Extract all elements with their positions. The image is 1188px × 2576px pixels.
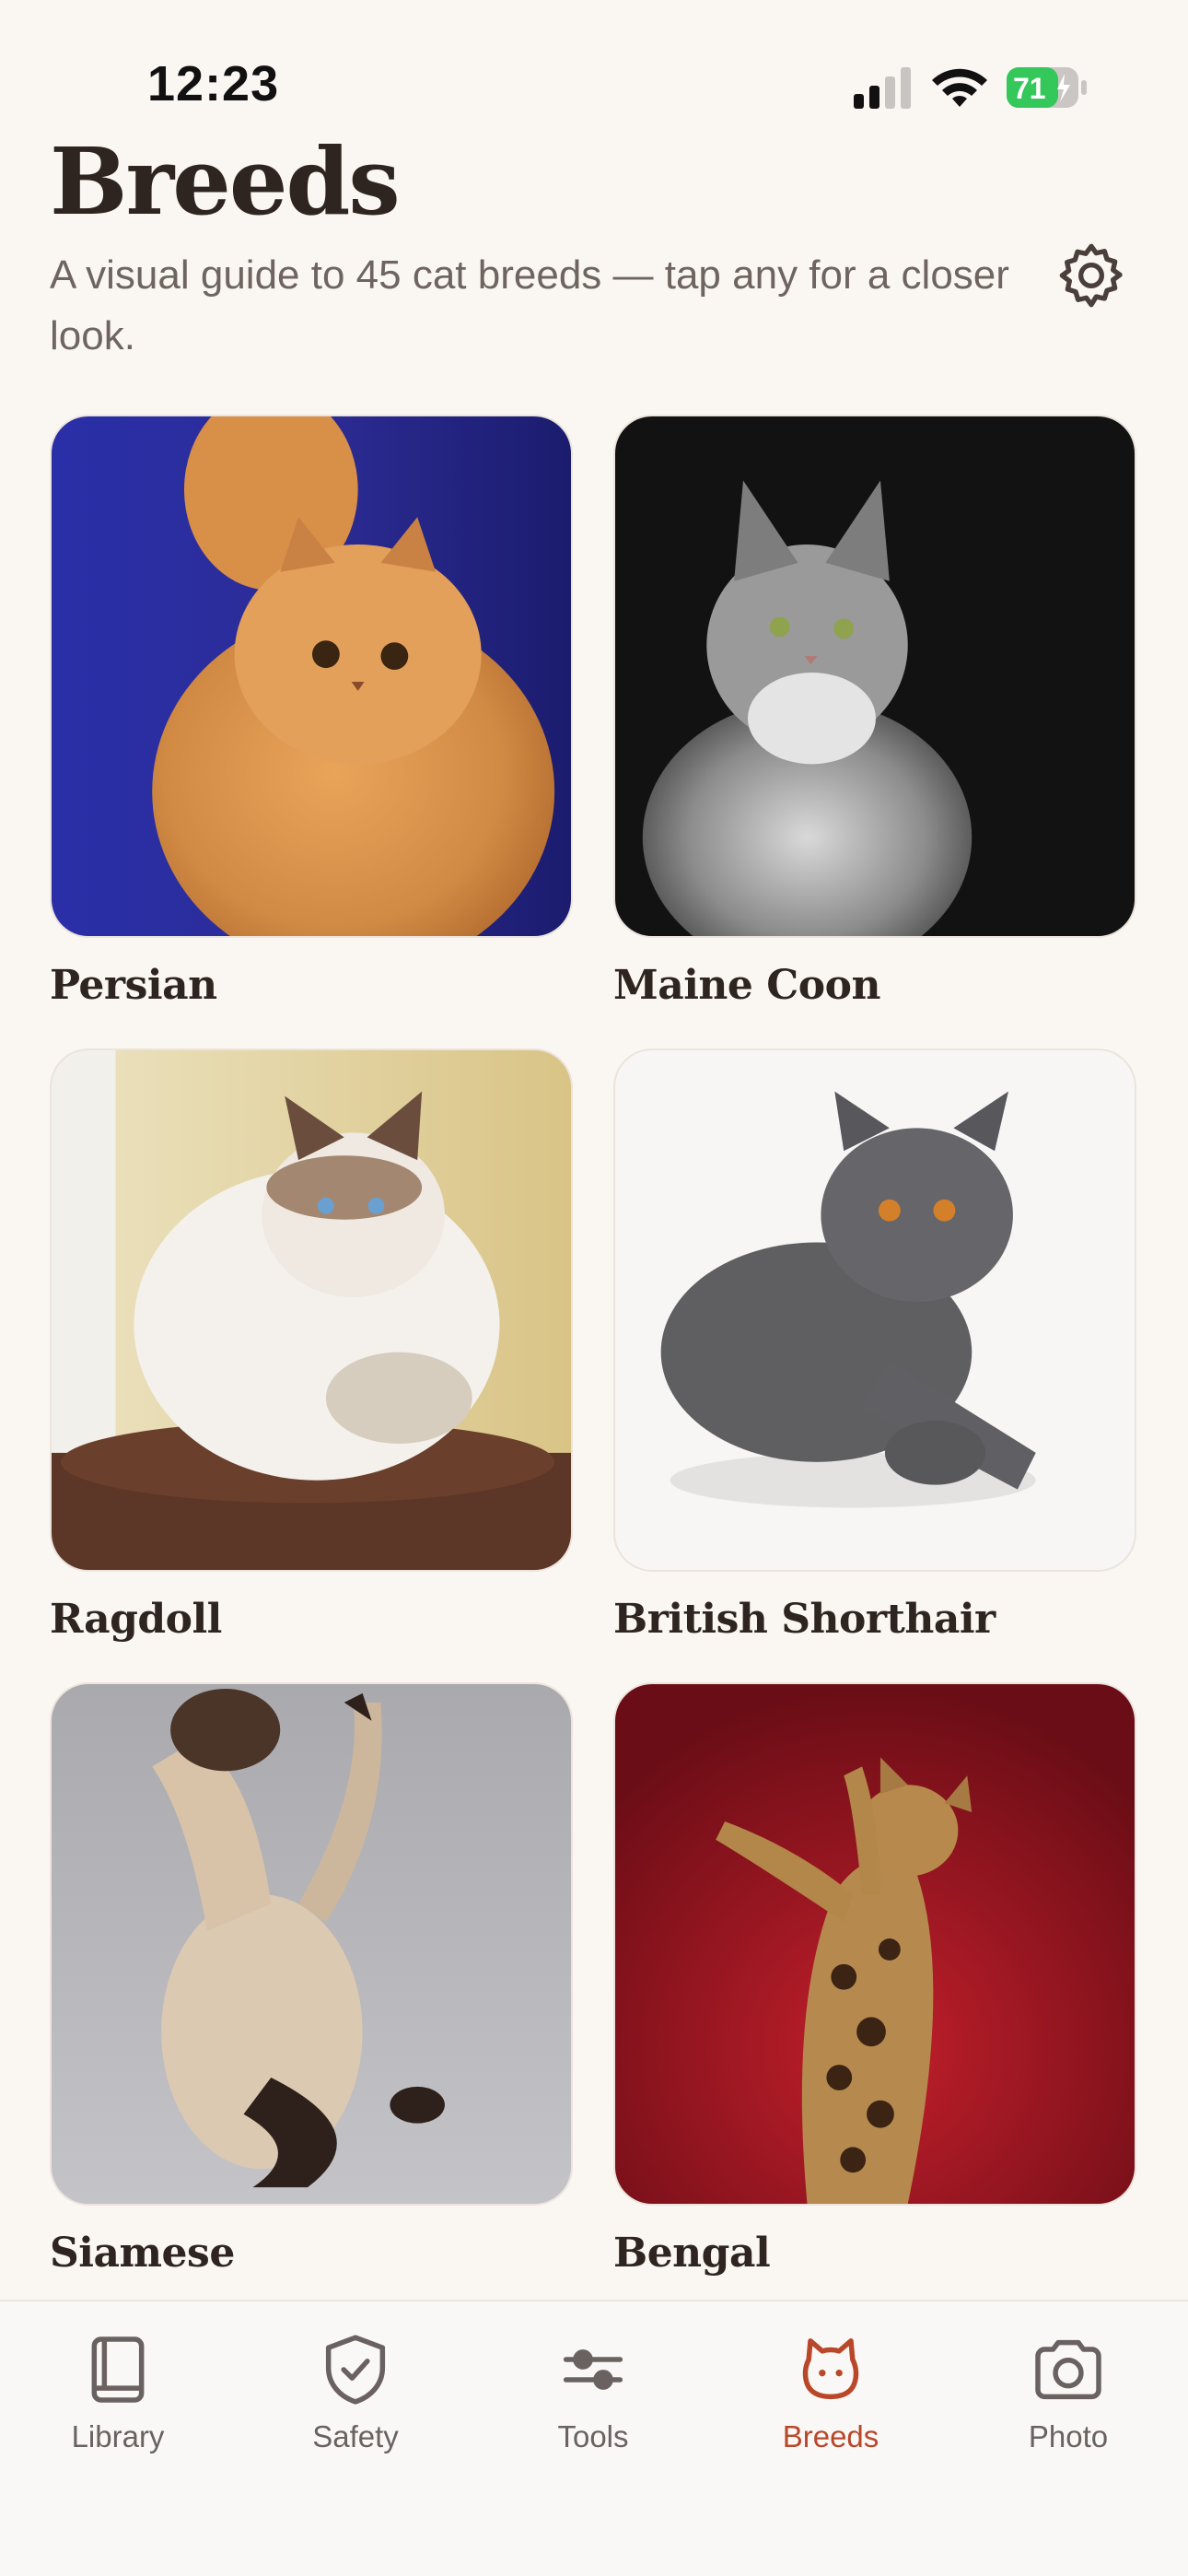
tab-tools[interactable]: Tools [492,2329,694,2486]
tab-library[interactable]: Library [17,2329,219,2486]
page-title: Breeds [50,127,401,236]
breed-name: Persian [50,962,217,1009]
breed-name: Bengal [613,2230,771,2277]
tab-label: Breeds [782,2419,879,2453]
breed-photo-siamese [50,1682,573,2206]
breed-name: Maine Coon [613,962,880,1009]
tab-label: Library [71,2419,165,2453]
breed-photo-bengal [613,1682,1136,2206]
breed-name: British Shorthair [613,1596,996,1643]
breed-name: Siamese [50,2230,235,2277]
status-bar: 12:23 71 [0,0,1188,138]
cellular-signal-icon [854,67,911,109]
battery-level: 71 [1013,72,1046,105]
tab-breeds[interactable]: Breeds [729,2329,932,2486]
battery-icon: 71 [1007,67,1087,108]
breed-card-maine-coon[interactable]: Maine Coon [613,415,1136,1009]
tab-bar: Library Safety Tools Breeds Photo [0,2300,1188,2576]
cat-face-icon [802,2338,859,2400]
breed-card-ragdoll[interactable]: Ragdoll [50,1048,573,1643]
breed-name: Ragdoll [50,1596,222,1643]
tab-label: Photo [1028,2419,1109,2453]
breed-card-persian[interactable]: Persian [50,415,573,1009]
page-subtitle: A visual guide to 45 cat breeds — tap an… [50,252,1009,358]
settings-button[interactable] [1052,236,1131,315]
shield-check-icon [325,2335,386,2405]
breed-card-siamese[interactable]: Siamese [50,1682,573,2277]
breed-photo-persian [50,415,573,938]
tab-label: Safety [312,2419,399,2453]
tab-photo[interactable]: Photo [967,2329,1170,2486]
breed-card-bengal[interactable]: Bengal [613,1682,1136,2277]
breed-card-british-shorthair[interactable]: British Shorthair [613,1048,1136,1643]
gear-icon [1059,243,1123,308]
breed-photo-british-shorthair [613,1048,1136,1572]
wifi-icon [932,68,987,107]
camera-icon [1035,2339,1101,2400]
status-time: 12:23 [147,56,280,111]
book-icon [91,2336,145,2403]
tab-safety[interactable]: Safety [254,2329,457,2486]
breed-photo-ragdoll [50,1048,573,1572]
breed-photo-maine-coon [613,415,1136,938]
sliders-icon [563,2349,623,2390]
tab-label: Tools [557,2419,629,2453]
